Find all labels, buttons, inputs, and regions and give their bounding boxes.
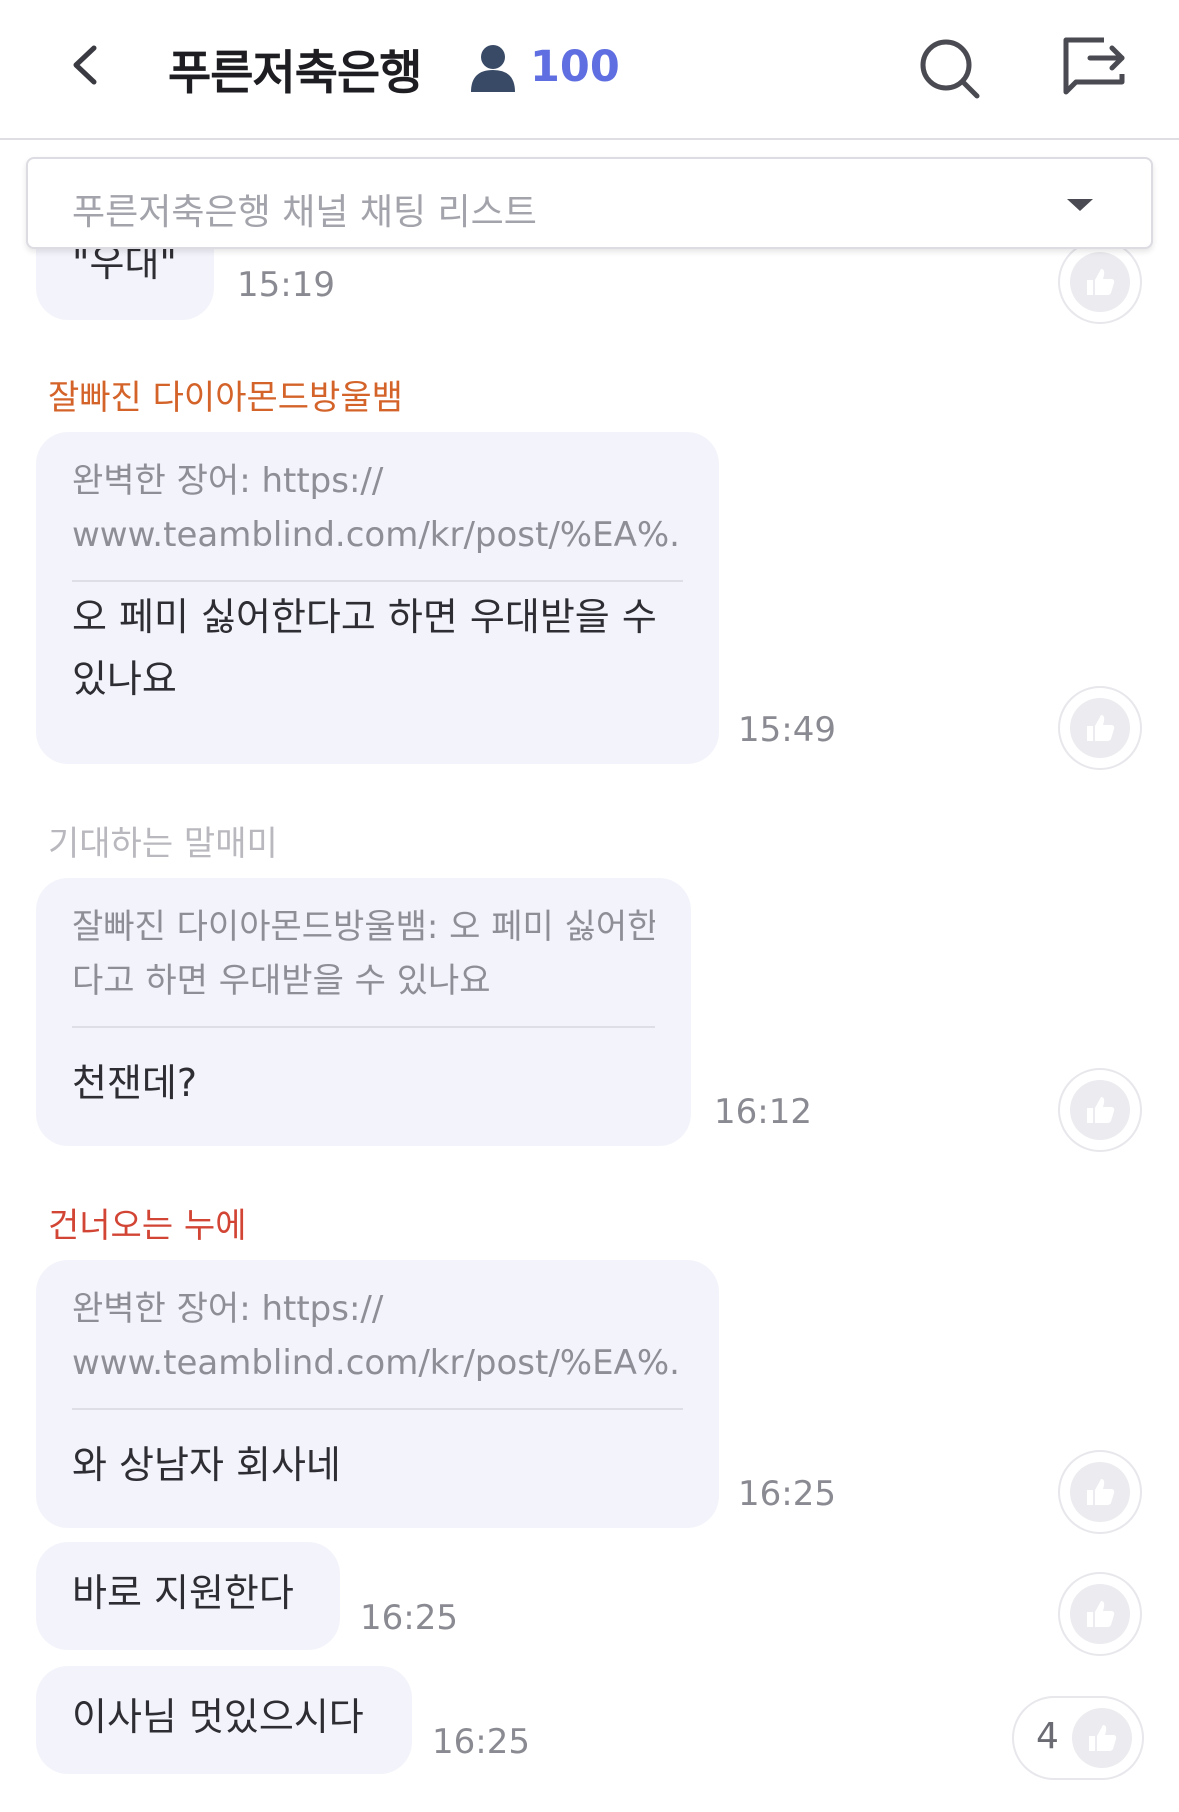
member-count: 100: [530, 42, 620, 92]
thumbs-up-icon: [1087, 1479, 1115, 1505]
channel-dropdown[interactable]: 푸른저축은행 채널 채팅 리스트: [26, 157, 1153, 249]
like-button[interactable]: 4: [1012, 1696, 1144, 1780]
like-button[interactable]: [1058, 1450, 1142, 1534]
thumbs-up-icon: [1087, 1097, 1115, 1123]
message-bubble[interactable]: 잘빠진 다이아몬드방울뱀: 오 페미 싫어한 다고 하면 우대받을 수 있나요 …: [36, 878, 691, 1146]
message-time: 15:19: [237, 265, 335, 305]
share-icon: [1063, 37, 1125, 95]
caret-down-icon: [1067, 199, 1093, 211]
message-time: 15:49: [738, 710, 836, 750]
thumbs-up-icon: [1087, 715, 1115, 741]
message-line: 오 페미 싫어한다고 하면 우대받을 수: [72, 595, 657, 639]
quoted-line: 완벽한 장어: https://: [72, 1289, 384, 1329]
message-line: 있나요: [72, 657, 177, 701]
chat-header: 푸른저축은행 100: [0, 0, 1179, 140]
quoted-message: 완벽한 장어: https:// www.teamblind.com/kr/po…: [72, 1282, 683, 1390]
share-button[interactable]: [1060, 34, 1130, 100]
like-button[interactable]: [1058, 1572, 1142, 1656]
quoted-line: 잘빠진 다이아몬드방울뱀: 오 페미 싫어한: [72, 907, 655, 947]
like-button[interactable]: [1058, 1068, 1142, 1152]
message-text: 오 페미 싫어한다고 하면 우대받을 수 있나요: [72, 586, 689, 710]
thumbs-up-icon: [1087, 1601, 1115, 1627]
message-time: 16:25: [432, 1722, 530, 1762]
message-bubble[interactable]: 완벽한 장어: https:// www.teamblind.com/kr/po…: [36, 432, 719, 764]
message-text: 천잰데?: [72, 1061, 198, 1105]
chat-message-list[interactable]: "우대" 15:19 잘빠진 다이아몬드방울뱀 완벽한 장어: https://…: [0, 142, 1179, 1812]
chevron-left-icon: [73, 45, 97, 85]
quoted-message: 잘빠진 다이아몬드방울뱀: 오 페미 싫어한 다고 하면 우대받을 수 있나요: [72, 900, 655, 1008]
channel-dropdown-placeholder: 푸른저축은행 채널 채팅 리스트: [72, 192, 537, 233]
message-time: 16:12: [714, 1092, 812, 1132]
quoted-line: 완벽한 장어: https://: [72, 461, 384, 501]
message-author: 잘빠진 다이아몬드방울뱀: [48, 378, 403, 418]
quote-divider: [72, 1408, 683, 1410]
quote-divider: [72, 580, 683, 582]
quoted-line: www.teamblind.com/kr/post/%EA%...: [72, 1343, 683, 1383]
search-button[interactable]: [915, 34, 985, 104]
message-text: 이사님 멋있으시다: [72, 1695, 364, 1739]
thumbs-up-icon: [1087, 269, 1115, 295]
page-title: 푸른저축은행: [168, 46, 422, 101]
quoted-line: 다고 하면 우대받을 수 있나요: [72, 961, 491, 1001]
message-bubble[interactable]: 이사님 멋있으시다: [36, 1666, 412, 1774]
message-text: 바로 지원한다: [72, 1571, 294, 1615]
message-time: 16:25: [360, 1598, 458, 1638]
like-button[interactable]: [1058, 240, 1142, 324]
message-time: 16:25: [738, 1474, 836, 1514]
quoted-line: www.teamblind.com/kr/post/%EA%...: [72, 515, 683, 555]
quote-divider: [72, 1026, 655, 1028]
user-icon: [471, 45, 515, 92]
message-bubble[interactable]: 바로 지원한다: [36, 1542, 340, 1650]
like-count: 4: [1036, 1716, 1059, 1757]
back-button[interactable]: [62, 40, 112, 90]
quoted-message: 완벽한 장어: https:// www.teamblind.com/kr/po…: [72, 454, 683, 562]
like-button[interactable]: [1058, 686, 1142, 770]
message-author: 건너오는 누에: [48, 1206, 247, 1246]
search-icon: [920, 39, 980, 99]
message-text: 와 상남자 회사네: [72, 1443, 341, 1487]
message-author: 기대하는 말매미: [48, 824, 278, 864]
message-bubble[interactable]: 완벽한 장어: https:// www.teamblind.com/kr/po…: [36, 1260, 719, 1528]
thumbs-up-icon: [1089, 1725, 1117, 1751]
